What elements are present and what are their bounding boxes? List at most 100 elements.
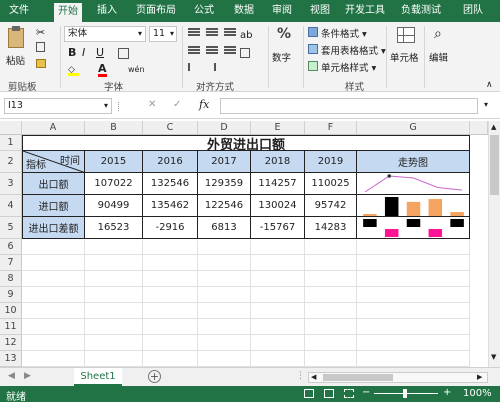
grid-cell[interactable]	[198, 271, 251, 287]
fill-color-icon[interactable]: ◇	[68, 66, 79, 76]
italic-button[interactable]: I	[82, 46, 85, 59]
row-header-3[interactable]: 3	[0, 173, 22, 195]
data-cell[interactable]: 110025	[305, 173, 357, 195]
data-cell[interactable]: -2916	[143, 217, 198, 239]
sheet-tab-sheet1[interactable]: Sheet1	[74, 368, 122, 386]
ribbon-tab[interactable]: 视图	[306, 2, 334, 20]
row-header-2[interactable]: 2	[0, 151, 22, 173]
grid-cell[interactable]	[251, 335, 305, 351]
grid-cell[interactable]	[85, 239, 143, 255]
grid-cell[interactable]	[22, 351, 85, 367]
column-header-A[interactable]: A	[22, 121, 85, 135]
paste-icon[interactable]	[8, 28, 24, 48]
horizontal-scrollbar[interactable]: ◀ ▶	[308, 372, 488, 383]
grid-cell[interactable]	[305, 335, 357, 351]
row-header-1[interactable]: 1	[0, 135, 22, 151]
add-sheet-icon[interactable]: +	[148, 370, 161, 383]
grid-cell[interactable]	[251, 303, 305, 319]
grid-cell[interactable]	[22, 287, 85, 303]
select-all-corner[interactable]	[0, 121, 22, 135]
grid-cell[interactable]	[143, 351, 198, 367]
expand-formula-icon[interactable]: ▾	[484, 100, 488, 109]
percent-icon[interactable]: %	[277, 26, 291, 42]
grid-cell[interactable]	[305, 271, 357, 287]
row-header-9[interactable]: 9	[0, 287, 22, 303]
collapse-ribbon-icon[interactable]: ∧	[486, 80, 493, 90]
editing-button[interactable]: 编辑	[429, 50, 448, 64]
row-header-5[interactable]: 5	[0, 217, 22, 239]
data-cell[interactable]: 16523	[85, 217, 143, 239]
phonetic-icon[interactable]: wén	[128, 65, 145, 74]
cut-icon[interactable]: ✂	[36, 26, 45, 39]
ribbon-tab[interactable]: 公式	[190, 2, 218, 20]
ribbon-tab[interactable]: 负载测试	[396, 2, 446, 20]
data-cell[interactable]: 129359	[198, 173, 251, 195]
number-format-button[interactable]: 数字	[272, 50, 291, 64]
bold-button[interactable]: B	[68, 46, 76, 59]
data-cell[interactable]: 130024	[251, 195, 305, 217]
data-cell[interactable]: 6813	[198, 217, 251, 239]
row-header-11[interactable]: 11	[0, 319, 22, 335]
prev-sheet-icon[interactable]: ◀	[8, 371, 15, 381]
ribbon-tab[interactable]: 开发工具	[344, 2, 386, 20]
grid-cell[interactable]	[198, 351, 251, 367]
ribbon-tab[interactable]: 团队	[460, 2, 486, 20]
alignment-buttons[interactable]: ab	[188, 28, 252, 76]
data-cell[interactable]: -15767	[251, 217, 305, 239]
font-size-select[interactable]: 11 ▾	[149, 26, 177, 42]
grid-cell[interactable]	[85, 303, 143, 319]
data-cell[interactable]: 122546	[198, 195, 251, 217]
grid-cell[interactable]	[251, 319, 305, 335]
grid-cell[interactable]	[357, 351, 470, 367]
grid-cell[interactable]	[305, 351, 357, 367]
data-cell[interactable]: 90499	[85, 195, 143, 217]
data-cell[interactable]: 132546	[143, 173, 198, 195]
page-break-icon[interactable]	[344, 389, 354, 398]
sparkline-cell[interactable]	[357, 173, 470, 195]
grid-cell[interactable]	[22, 319, 85, 335]
conditional-format-button[interactable]: 条件格式 ▾	[321, 26, 367, 40]
grid-cell[interactable]	[85, 351, 143, 367]
border-icon[interactable]	[118, 48, 129, 59]
ribbon-tab[interactable]: 页面布局	[132, 2, 180, 20]
ribbon-tab[interactable]: 数据	[230, 2, 258, 20]
font-color-icon[interactable]: A	[98, 63, 107, 77]
row-header-13[interactable]: 13	[0, 351, 22, 367]
format-painter-icon[interactable]	[36, 59, 46, 68]
row-header-4[interactable]: 4	[0, 195, 22, 217]
grid-cell[interactable]	[251, 255, 305, 271]
grid-cell[interactable]	[85, 287, 143, 303]
cells-button[interactable]: 单元格	[390, 50, 419, 64]
grid-cell[interactable]	[198, 287, 251, 303]
ribbon-tab[interactable]: 文件	[4, 2, 34, 20]
grid-cell[interactable]	[357, 287, 470, 303]
grid-cell[interactable]	[143, 319, 198, 335]
grid-cell[interactable]	[22, 271, 85, 287]
paste-button[interactable]: 粘贴	[6, 53, 25, 67]
table-format-button[interactable]: 套用表格格式 ▾	[321, 43, 386, 57]
grid-cell[interactable]	[85, 319, 143, 335]
grid-cell[interactable]	[305, 303, 357, 319]
grid-cell[interactable]	[357, 255, 470, 271]
grid-cell[interactable]	[357, 319, 470, 335]
grid-cell[interactable]	[198, 335, 251, 351]
enter-icon[interactable]: ✓	[173, 99, 181, 110]
grid-cell[interactable]	[305, 239, 357, 255]
grid-cell[interactable]	[143, 239, 198, 255]
grid-cell[interactable]	[305, 319, 357, 335]
row-header-10[interactable]: 10	[0, 303, 22, 319]
column-header-G[interactable]: G	[357, 121, 470, 135]
data-cell[interactable]: 95742	[305, 195, 357, 217]
grid-cell[interactable]	[22, 335, 85, 351]
grid-cell[interactable]	[251, 271, 305, 287]
grid-cell[interactable]	[251, 351, 305, 367]
zoom-level[interactable]: 100%	[463, 388, 492, 399]
grid-cell[interactable]	[143, 287, 198, 303]
grid-cell[interactable]	[143, 271, 198, 287]
grid-cell[interactable]	[22, 303, 85, 319]
grid-cell[interactable]	[85, 335, 143, 351]
cell-style-button[interactable]: 单元格样式 ▾	[321, 60, 376, 74]
grid-cell[interactable]	[143, 335, 198, 351]
grid-cell[interactable]	[357, 335, 470, 351]
zoom-out-icon[interactable]: −	[362, 387, 370, 398]
